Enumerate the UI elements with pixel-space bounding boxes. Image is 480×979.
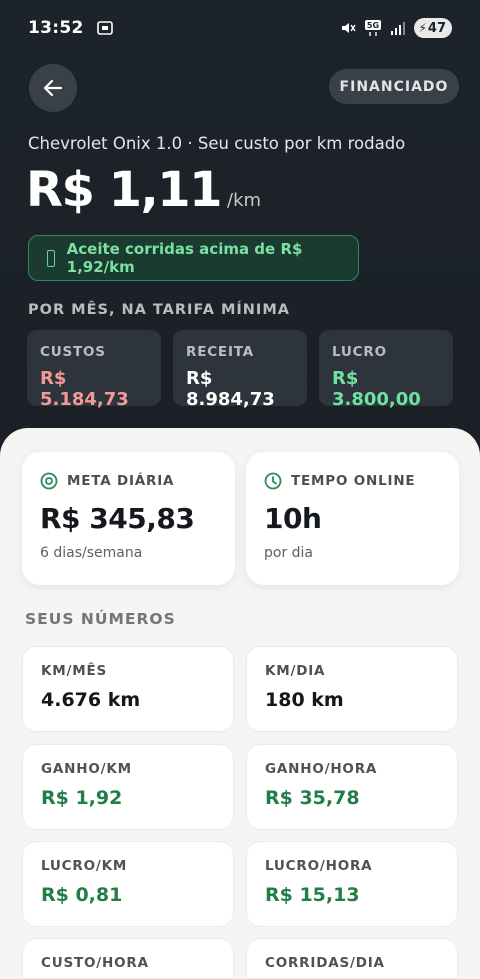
number-label: CORRIDAS/DIA	[265, 955, 385, 971]
number-card-custo-hora: CUSTO/HORA	[22, 938, 234, 979]
number-card-km-mes: KM/MÊS 4.676 km	[22, 646, 234, 732]
number-card-km-dia: KM/DIA 180 km	[246, 646, 458, 732]
accept-rides-text: Aceite corridas acima de R$ 1,92/km	[66, 240, 303, 276]
stat-label: LUCRO	[332, 344, 387, 360]
number-label: LUCRO/KM	[41, 858, 128, 874]
monthly-section-label: POR MÊS, NA TARIFA MÍNIMA	[28, 302, 290, 318]
number-label: GANHO/KM	[41, 761, 132, 777]
number-card-corridas-dia: CORRIDAS/DIA	[246, 938, 458, 979]
number-card-ganho-hora: GANHO/HORA R$ 35,78	[246, 744, 458, 830]
meta-diaria-label: META DIÁRIA	[67, 473, 175, 489]
cast-icon	[96, 21, 113, 35]
number-label: LUCRO/HORA	[265, 858, 373, 874]
stat-card-receita: RECEITA R$ 8.984,73	[173, 330, 307, 410]
car-subtitle: Chevrolet Onix 1.0 · Seu custo por km ro…	[28, 134, 406, 153]
number-value: 4.676 km	[41, 689, 141, 711]
cost-per-km: R$ 1,11 /km	[26, 162, 261, 218]
arrow-left-icon	[43, 79, 63, 97]
battery-level: 47	[427, 20, 446, 36]
stat-value: R$ 5.184,73	[40, 368, 129, 410]
meta-diaria-value: R$ 345,83	[40, 502, 195, 535]
svg-text:5G: 5G	[367, 21, 379, 30]
number-label: KM/DIA	[265, 663, 326, 679]
cost-per-km-value: R$ 1,11	[26, 162, 223, 218]
stat-card-custos: CUSTOS R$ 5.184,73	[27, 330, 161, 410]
status-time: 13:52	[28, 18, 84, 38]
target-icon	[40, 472, 58, 490]
signal-icon	[391, 22, 406, 35]
tempo-online-card[interactable]: TEMPO ONLINE 10h por dia	[246, 452, 459, 585]
number-label: KM/MÊS	[41, 663, 108, 679]
number-value: R$ 0,81	[41, 884, 123, 906]
number-card-lucro-hora: LUCRO/HORA R$ 15,13	[246, 841, 458, 927]
number-value: R$ 1,92	[41, 787, 123, 809]
back-button[interactable]	[29, 64, 77, 112]
stat-value: R$ 3.800,00	[332, 368, 421, 410]
number-value: 180 km	[265, 689, 344, 711]
tempo-online-note: por dia	[264, 545, 314, 561]
clock-icon	[264, 472, 282, 490]
accept-rides-banner: Aceite corridas acima de R$ 1,92/km	[28, 235, 359, 281]
number-value: R$ 15,13	[265, 884, 360, 906]
tempo-online-value: 10h	[264, 502, 322, 535]
financing-badge[interactable]: FINANCIADO	[329, 69, 459, 104]
phone-icon	[47, 249, 55, 267]
number-label: GANHO/HORA	[265, 761, 378, 777]
stat-value: R$ 8.984,73	[186, 368, 275, 410]
cost-per-km-unit: /km	[227, 190, 262, 211]
meta-diaria-card[interactable]: META DIÁRIA R$ 345,83 6 dias/semana	[22, 452, 235, 585]
number-card-lucro-km: LUCRO/KM R$ 0,81	[22, 841, 234, 927]
stat-label: CUSTOS	[40, 344, 106, 360]
numbers-section-label: SEUS NÚMEROS	[25, 610, 176, 628]
number-card-ganho-km: GANHO/KM R$ 1,92	[22, 744, 234, 830]
number-value: R$ 35,78	[265, 787, 360, 809]
battery-icon: ⚡ 47	[414, 18, 452, 38]
tempo-online-label: TEMPO ONLINE	[291, 473, 416, 489]
status-bar: 13:52 5G ⚡ 47	[0, 0, 480, 56]
mute-icon	[342, 23, 357, 33]
network-icon: 5G	[365, 20, 382, 36]
number-label: CUSTO/HORA	[41, 955, 149, 971]
stat-card-lucro: LUCRO R$ 3.800,00	[319, 330, 453, 410]
meta-diaria-note: 6 dias/semana	[40, 545, 143, 561]
stat-label: RECEITA	[186, 344, 254, 360]
